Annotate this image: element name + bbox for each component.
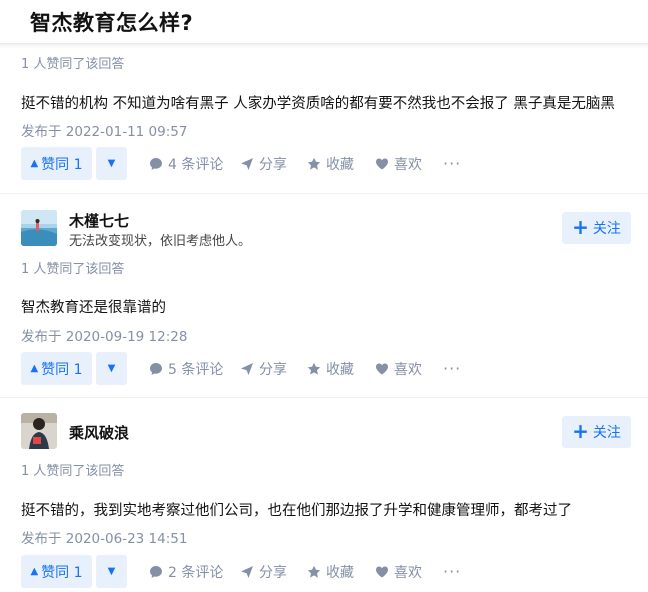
more-button[interactable]: ··· bbox=[443, 147, 461, 180]
comments-button[interactable]: 4 条评论 bbox=[149, 147, 223, 180]
question-title[interactable]: 智杰教育怎么样? bbox=[30, 7, 193, 37]
author-bio: 无法改变现状，依旧考虑他人。 bbox=[69, 234, 252, 249]
publish-time[interactable]: 发布于 2020-09-19 12:28 bbox=[21, 325, 187, 345]
collect-label: 收藏 bbox=[326, 361, 354, 378]
author-name[interactable]: 木槿七七 bbox=[69, 210, 129, 231]
comment-icon bbox=[150, 157, 162, 170]
share-label: 分享 bbox=[259, 564, 287, 581]
like-label: 喜欢 bbox=[394, 361, 422, 378]
share-button[interactable]: 分享 bbox=[240, 147, 287, 180]
action-bar: ▲ 赞同 1 ▼ 2 条评论 分享 收藏 喜欢 ··· bbox=[21, 555, 621, 588]
author-name[interactable]: 乘风破浪 bbox=[69, 422, 129, 443]
vote-up-button[interactable]: ▲ 赞同 1 bbox=[21, 352, 92, 385]
answer-content[interactable]: 挺不错的机构 不知道为啥有黑子 人家办学资质啥的都有要不然我也不会报了 黑子真是… bbox=[21, 92, 615, 113]
avatar-image bbox=[21, 413, 57, 449]
comments-label: 2 条评论 bbox=[168, 564, 224, 581]
comments-label: 4 条评论 bbox=[168, 156, 224, 173]
collect-button[interactable]: 收藏 bbox=[307, 352, 354, 385]
follow-label: 关注 bbox=[592, 425, 621, 441]
vote-down-button[interactable]: ▼ bbox=[96, 352, 127, 385]
vote-up-button[interactable]: ▲ 赞同 1 bbox=[21, 147, 92, 180]
star-icon bbox=[307, 157, 321, 170]
like-label: 喜欢 bbox=[394, 564, 422, 581]
like-label: 喜欢 bbox=[394, 156, 422, 173]
vote-up-label: 赞同 1 bbox=[41, 361, 83, 378]
more-button[interactable]: ··· bbox=[443, 352, 461, 385]
comments-button[interactable]: 2 条评论 bbox=[149, 555, 223, 588]
like-button[interactable]: 喜欢 bbox=[375, 147, 422, 180]
answer-content[interactable]: 智杰教育还是很靠谱的 bbox=[21, 296, 166, 317]
share-label: 分享 bbox=[259, 156, 287, 173]
vote-count-line: 1 人赞同了该回答 bbox=[21, 464, 125, 479]
heart-icon bbox=[376, 363, 388, 374]
collect-label: 收藏 bbox=[326, 564, 354, 581]
share-button[interactable]: 分享 bbox=[240, 352, 287, 385]
follow-button[interactable]: + 关注 bbox=[562, 416, 631, 448]
avatar[interactable] bbox=[21, 413, 57, 449]
share-button[interactable]: 分享 bbox=[240, 555, 287, 588]
vote-up-label: 赞同 1 bbox=[41, 564, 83, 581]
triangle-up-icon: ▲ bbox=[30, 565, 39, 577]
vote-down-button[interactable]: ▼ bbox=[96, 555, 127, 588]
action-bar: ▲ 赞同 1 ▼ 5 条评论 分享 收藏 喜欢 ··· bbox=[21, 352, 621, 385]
answer-content[interactable]: 挺不错的，我到实地考察过他们公司，也在他们那边报了升学和健康管理师，都考过了 bbox=[21, 499, 572, 520]
answer-divider bbox=[0, 193, 648, 194]
avatar-image bbox=[21, 210, 57, 246]
heart-icon bbox=[376, 566, 388, 577]
author-info: 乘风破浪 + 关注 bbox=[21, 413, 631, 453]
comment-icon bbox=[150, 565, 162, 578]
heart-icon bbox=[376, 158, 388, 169]
vote-count-line: 1 人赞同了该回答 bbox=[21, 262, 125, 277]
follow-button[interactable]: + 关注 bbox=[562, 212, 631, 244]
triangle-up-icon: ▲ bbox=[30, 362, 39, 374]
plus-icon: + bbox=[572, 215, 589, 239]
more-button[interactable]: ··· bbox=[443, 555, 461, 588]
collect-button[interactable]: 收藏 bbox=[307, 555, 354, 588]
comments-button[interactable]: 5 条评论 bbox=[149, 352, 223, 385]
header-shadow bbox=[0, 44, 648, 48]
like-button[interactable]: 喜欢 bbox=[375, 352, 422, 385]
comments-label: 5 条评论 bbox=[168, 361, 224, 378]
share-icon bbox=[241, 565, 253, 578]
comment-icon bbox=[150, 362, 162, 375]
triangle-down-icon: ▼ bbox=[107, 157, 116, 169]
answer-divider bbox=[0, 397, 648, 398]
triangle-down-icon: ▼ bbox=[107, 565, 116, 577]
vote-up-label: 赞同 1 bbox=[41, 156, 83, 173]
vote-count-line: 1 人赞同了该回答 bbox=[21, 57, 125, 72]
collect-label: 收藏 bbox=[326, 156, 354, 173]
vote-down-button[interactable]: ▼ bbox=[96, 147, 127, 180]
vote-up-button[interactable]: ▲ 赞同 1 bbox=[21, 555, 92, 588]
follow-label: 关注 bbox=[592, 221, 621, 237]
triangle-up-icon: ▲ bbox=[30, 157, 39, 169]
collect-button[interactable]: 收藏 bbox=[307, 147, 354, 180]
triangle-down-icon: ▼ bbox=[107, 362, 116, 374]
share-icon bbox=[241, 157, 253, 170]
author-info: 木槿七七 无法改变现状，依旧考虑他人。 + 关注 bbox=[21, 210, 631, 250]
like-button[interactable]: 喜欢 bbox=[375, 555, 422, 588]
publish-time[interactable]: 发布于 2022-01-11 09:57 bbox=[21, 120, 187, 140]
publish-time[interactable]: 发布于 2020-06-23 14:51 bbox=[21, 527, 187, 547]
action-bar: ▲ 赞同 1 ▼ 4 条评论 分享 收藏 喜欢 ··· bbox=[21, 147, 621, 180]
question-header: 智杰教育怎么样? bbox=[0, 0, 648, 44]
share-label: 分享 bbox=[259, 361, 287, 378]
share-icon bbox=[241, 362, 253, 375]
star-icon bbox=[307, 565, 321, 578]
star-icon bbox=[307, 362, 321, 375]
avatar[interactable] bbox=[21, 210, 57, 246]
plus-icon: + bbox=[572, 419, 589, 443]
